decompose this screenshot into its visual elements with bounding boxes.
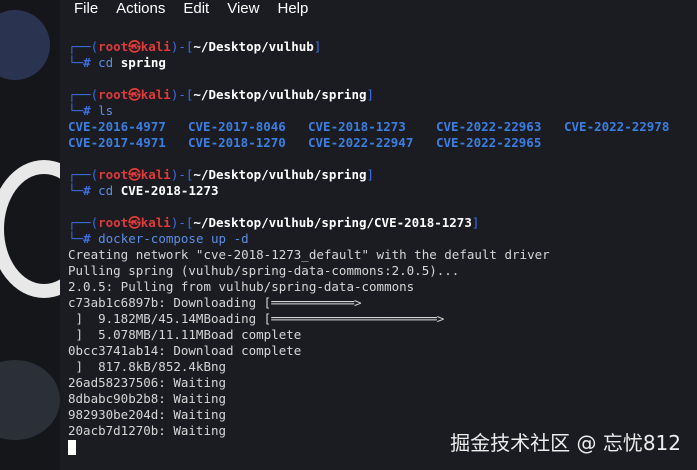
prompt-header: ┌──(root㉿kali)-[~/Desktop/vulhub/spring] <box>68 87 375 102</box>
command-name: docker-compose up -d <box>98 231 249 246</box>
output-line: 26ad58237506: Waiting <box>68 375 227 390</box>
directory-entry: CVE-2022-22978 <box>564 119 670 134</box>
command-line: └─# cd spring <box>68 55 166 70</box>
output-line: 8dbabc90b2b8: Waiting <box>68 391 227 406</box>
menu-help[interactable]: Help <box>263 0 308 18</box>
text-cursor <box>68 440 76 455</box>
wallpaper-shape <box>0 10 50 80</box>
menu-actions[interactable]: Actions <box>102 0 165 18</box>
directory-entry: CVE-2016-4977 <box>68 119 166 134</box>
menu-file[interactable]: File <box>60 0 98 18</box>
command-line: └─# ls <box>68 103 114 118</box>
output-line: Creating network "cve-2018-1273_default"… <box>68 247 550 262</box>
command-arg: CVE-2018-1273 <box>113 183 219 198</box>
directory-entry: CVE-2017-8046 <box>188 119 286 134</box>
command-line: └─# cd CVE-2018-1273 <box>68 183 219 198</box>
wallpaper-shape <box>0 360 60 440</box>
directory-entry: CVE-2018-1273 <box>308 119 406 134</box>
command-line: └─# docker-compose up -d <box>68 231 249 246</box>
directory-entry: CVE-2022-22965 <box>436 135 542 150</box>
command-name: cd <box>98 55 114 70</box>
prompt-user: root㉿kali <box>98 87 171 102</box>
prompt-user: root㉿kali <box>98 215 171 230</box>
desktop-background <box>0 0 60 470</box>
prompt-path: ~/Desktop/vulhub/spring/CVE-2018-1273 <box>193 215 472 230</box>
output-line: c73ab1c6897b: Downloading [═══════════> <box>68 295 362 310</box>
prompt-path: ~/Desktop/vulhub <box>193 39 314 54</box>
prompt-path: ~/Desktop/vulhub/spring <box>193 87 367 102</box>
directory-entry: CVE-2022-22963 <box>436 119 542 134</box>
output-line: 20acb7d1270b: Waiting <box>68 423 227 438</box>
directory-entry: CVE-2017-4971 <box>68 135 166 150</box>
prompt-user: root㉿kali <box>98 167 171 182</box>
ls-output-row: CVE-2016-4977 CVE-2017-8046 CVE-2018-127… <box>68 119 669 135</box>
output-line: ] 9.182MB/45.14MBoading [═══════════════… <box>68 311 445 326</box>
prompt-path: ~/Desktop/vulhub/spring <box>193 167 367 182</box>
output-line: Pulling spring (vulhub/spring-data-commo… <box>68 263 460 278</box>
ls-output-row: CVE-2017-4971 CVE-2018-1270 CVE-2022-229… <box>68 135 541 151</box>
command-name: cd <box>98 183 114 198</box>
directory-entry: CVE-2018-1270 <box>188 135 286 150</box>
prompt-header: ┌──(root㉿kali)-[~/Desktop/vulhub] <box>68 39 322 54</box>
prompt-header: ┌──(root㉿kali)-[~/Desktop/vulhub/spring/… <box>68 215 480 230</box>
output-line: 0bcc3741ab14: Download complete <box>68 343 302 358</box>
command-arg: spring <box>113 55 166 70</box>
prompt-user: root㉿kali <box>98 39 171 54</box>
output-line: 2.0.5: Pulling from vulhub/spring-data-c… <box>68 279 415 294</box>
menu-bar: File Actions Edit View Help <box>60 0 697 18</box>
output-line: ] 817.8kB/852.4kBng <box>68 359 227 374</box>
output-line: ] 5.078MB/11.11MBoad complete <box>68 327 302 342</box>
menu-view[interactable]: View <box>213 0 259 18</box>
terminal-area[interactable]: ┌──(root㉿kali)-[~/Desktop/vulhub] └─# cd… <box>60 18 697 470</box>
wallpaper-shape <box>0 160 60 298</box>
prompt-header: ┌──(root㉿kali)-[~/Desktop/vulhub/spring] <box>68 167 375 182</box>
menu-edit[interactable]: Edit <box>169 0 209 18</box>
output-line: 982930be204d: Waiting <box>68 407 227 422</box>
directory-entry: CVE-2022-22947 <box>308 135 414 150</box>
watermark: 掘金技术社区 @ 忘忧812 <box>450 431 681 455</box>
command-name: ls <box>98 103 114 118</box>
